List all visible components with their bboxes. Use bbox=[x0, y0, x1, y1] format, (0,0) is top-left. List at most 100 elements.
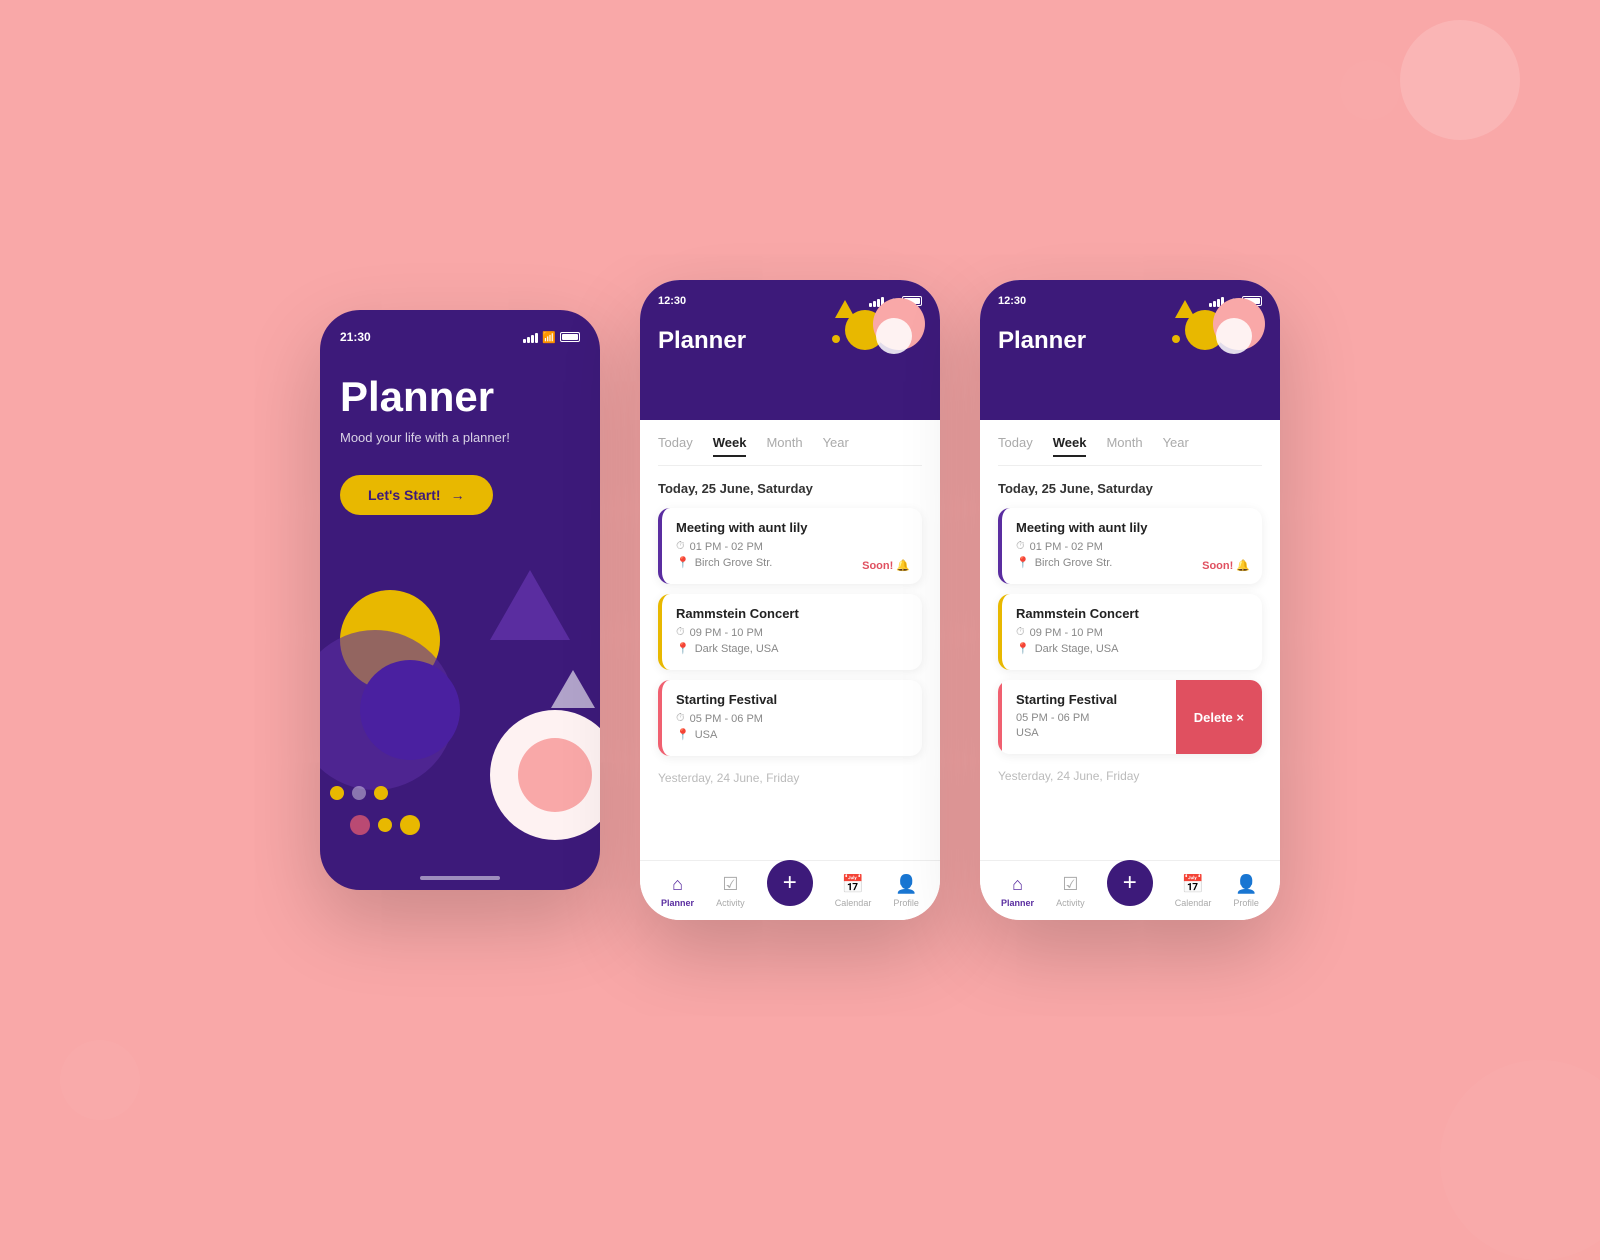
clock-icon-1: ⏱ bbox=[676, 540, 685, 553]
shape-purple-triangle bbox=[490, 570, 570, 640]
event-2-title: Rammstein Concert bbox=[676, 606, 908, 621]
dot-white bbox=[352, 786, 366, 800]
phone-2-body: Today Week Month Year Today, 25 June, Sa… bbox=[640, 420, 940, 860]
activity-icon-3: ☑ bbox=[1062, 874, 1078, 895]
shape-medium-circle bbox=[360, 660, 460, 760]
event-2-time: ⏱ 09 PM - 10 PM bbox=[676, 626, 908, 639]
start-button-label: Let's Start! bbox=[368, 487, 441, 503]
start-button[interactable]: Let's Start! → bbox=[340, 475, 493, 515]
event-1-title: Meeting with aunt lily bbox=[676, 520, 908, 535]
tab-today-2[interactable]: Today bbox=[658, 435, 693, 457]
event-3-1-time: ⏱ 01 PM - 02 PM bbox=[1016, 540, 1248, 553]
yesterday-label-3: Yesterday, 24 June, Friday bbox=[998, 764, 1262, 783]
splash-title: Planner bbox=[340, 374, 580, 420]
home-icon-2: ⌂ bbox=[672, 874, 683, 895]
shape-pink-inner bbox=[530, 750, 590, 810]
event-card-3: Starting Festival ⏱ 05 PM - 06 PM 📍 USA bbox=[658, 680, 922, 756]
event-3-3-location: USA bbox=[1016, 727, 1162, 739]
nav-add-button-2[interactable]: + bbox=[767, 860, 813, 906]
nav-activity-2[interactable]: ☑ Activity bbox=[716, 874, 745, 908]
event-3-2-title: Rammstein Concert bbox=[1016, 606, 1248, 621]
home-icon-3: ⌂ bbox=[1012, 874, 1023, 895]
clock-icon-3-2: ⏱ bbox=[1016, 626, 1025, 639]
clock-icon-2: ⏱ bbox=[676, 626, 685, 639]
phone-list: 12:30 ▲ Planner bbox=[640, 280, 940, 920]
nav-planner-2[interactable]: ⌂ Planner bbox=[661, 874, 694, 908]
event-3-3-content: Starting Festival 05 PM - 06 PM USA bbox=[998, 680, 1176, 754]
tab-today-3[interactable]: Today bbox=[998, 435, 1033, 457]
plus-icon-2: + bbox=[783, 869, 797, 897]
phone-splash-inner: 21:30 📶 Planner Mood your life with a pl… bbox=[320, 310, 600, 890]
bottom-dot-3 bbox=[400, 815, 420, 835]
nav-planner-3[interactable]: ⌂ Planner bbox=[1001, 874, 1034, 908]
location-icon-1: 📍 bbox=[676, 556, 690, 569]
nav-calendar-2[interactable]: 📅 Calendar bbox=[835, 874, 872, 908]
delete-button-3-3[interactable]: Delete × bbox=[1176, 680, 1262, 754]
nav-profile-2[interactable]: 👤 Profile bbox=[893, 874, 919, 908]
event-3-3-time: 05 PM - 06 PM bbox=[1016, 712, 1162, 724]
tab-week-3[interactable]: Week bbox=[1053, 435, 1087, 457]
signal-bar-2 bbox=[527, 337, 530, 343]
phone-3-header: 12:30 ▲ Planner bbox=[980, 280, 1280, 420]
signal-bar-3 bbox=[531, 335, 534, 343]
event-2-location: 📍 Dark Stage, USA bbox=[676, 642, 908, 655]
header-3-deco-white bbox=[1216, 318, 1252, 354]
calendar-icon-2: 📅 bbox=[842, 874, 864, 895]
soon-badge-3-1: Soon! 🔔 bbox=[1202, 559, 1250, 572]
wifi-icon-1: 📶 bbox=[542, 331, 556, 344]
signal-bar-1 bbox=[523, 339, 526, 343]
event-card-3-3-swipe: Starting Festival 05 PM - 06 PM USA Dele… bbox=[998, 680, 1262, 754]
date-header-3: Today, 25 June, Saturday bbox=[998, 481, 1262, 496]
signal-icon-1 bbox=[523, 332, 538, 343]
event-1-time: ⏱ 01 PM - 02 PM bbox=[676, 540, 908, 553]
bottom-nav-2: ⌂ Planner ☑ Activity + 📅 Calendar 👤 Prof… bbox=[640, 860, 940, 920]
status-bar-1: 21:30 📶 bbox=[340, 330, 580, 344]
header-3-deco-tri bbox=[1175, 300, 1195, 318]
bg-decoration-2 bbox=[1440, 1060, 1600, 1260]
bg-decoration-4 bbox=[1340, 60, 1400, 120]
phone-splash: 21:30 📶 Planner Mood your life with a pl… bbox=[320, 310, 600, 890]
nav-calendar-3[interactable]: 📅 Calendar bbox=[1175, 874, 1212, 908]
tab-year-2[interactable]: Year bbox=[823, 435, 849, 457]
tab-month-2[interactable]: Month bbox=[766, 435, 802, 457]
profile-icon-3: 👤 bbox=[1235, 874, 1257, 895]
delete-label-3-3: Delete × bbox=[1194, 710, 1244, 725]
splash-subtitle: Mood your life with a planner! bbox=[340, 430, 580, 445]
event-3-2-location: 📍 Dark Stage, USA bbox=[1016, 642, 1248, 655]
bell-icon-1: 🔔 bbox=[896, 559, 910, 572]
event-3-3-title: Starting Festival bbox=[1016, 692, 1162, 707]
nav-activity-3[interactable]: ☑ Activity bbox=[1056, 874, 1085, 908]
dot-yellow-2 bbox=[374, 786, 388, 800]
dot-yellow bbox=[330, 786, 344, 800]
battery-fill-1 bbox=[562, 334, 578, 340]
start-button-arrow: → bbox=[451, 487, 465, 503]
event-3-time: ⏱ 05 PM - 06 PM bbox=[676, 712, 908, 725]
event-card-3-1: Meeting with aunt lily ⏱ 01 PM - 02 PM 📍… bbox=[998, 508, 1262, 584]
event-3-2-time: ⏱ 09 PM - 10 PM bbox=[1016, 626, 1248, 639]
tab-month-3[interactable]: Month bbox=[1106, 435, 1142, 457]
phone-swipe: 12:30 ▲ Planner bbox=[980, 280, 1280, 920]
phone-3-body: Today Week Month Year Today, 25 June, Sa… bbox=[980, 420, 1280, 860]
tab-year-3[interactable]: Year bbox=[1163, 435, 1189, 457]
clock-icon-3-1: ⏱ bbox=[1016, 540, 1025, 553]
header-deco-tri bbox=[835, 300, 855, 318]
calendar-icon-3: 📅 bbox=[1182, 874, 1204, 895]
location-icon-3-1: 📍 bbox=[1016, 556, 1030, 569]
location-icon-3-2: 📍 bbox=[1016, 642, 1030, 655]
event-3-location: 📍 USA bbox=[676, 728, 908, 741]
nav-profile-3[interactable]: 👤 Profile bbox=[1233, 874, 1259, 908]
profile-icon-2: 👤 bbox=[895, 874, 917, 895]
nav-add-button-3[interactable]: + bbox=[1107, 860, 1153, 906]
header-deco-white bbox=[876, 318, 912, 354]
bottom-nav-3: ⌂ Planner ☑ Activity + 📅 Calendar 👤 Prof… bbox=[980, 860, 1280, 920]
soon-badge-1: Soon! 🔔 bbox=[862, 559, 910, 572]
event-3-1-title: Meeting with aunt lily bbox=[1016, 520, 1248, 535]
tab-bar-2: Today Week Month Year bbox=[658, 435, 922, 466]
yesterday-label-2: Yesterday, 24 June, Friday bbox=[658, 766, 922, 785]
header-time-3: 12:30 bbox=[998, 295, 1026, 307]
bottom-circles bbox=[350, 815, 420, 835]
tab-week-2[interactable]: Week bbox=[713, 435, 747, 457]
location-icon-3: 📍 bbox=[676, 728, 690, 741]
decorative-shapes bbox=[320, 550, 600, 890]
activity-icon-2: ☑ bbox=[722, 874, 738, 895]
